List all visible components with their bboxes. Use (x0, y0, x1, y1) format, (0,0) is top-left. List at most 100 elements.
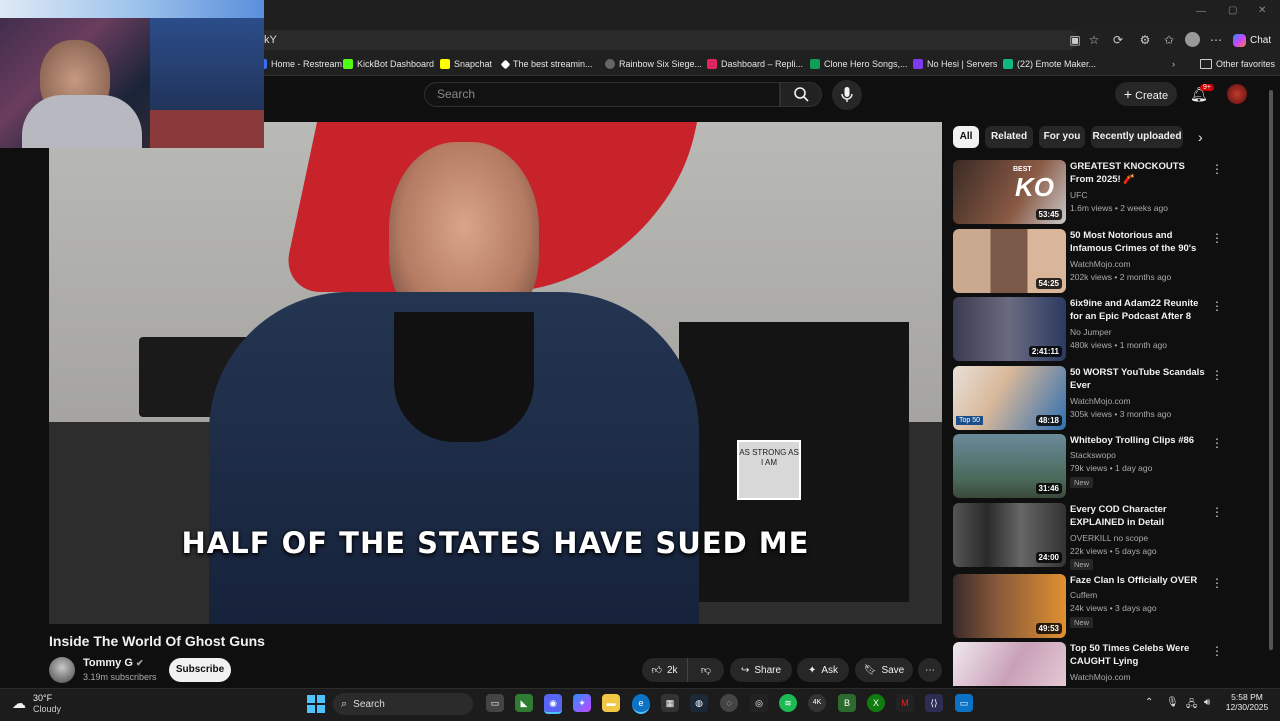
more-vertical-icon[interactable]: ⋮ (1211, 505, 1223, 519)
save-button[interactable]: 🔖︎ Save (855, 658, 913, 682)
taskbar-search[interactable]: ⌕ Search (333, 693, 473, 715)
visual-studio-icon[interactable]: ⟨⟩ (925, 694, 943, 712)
show-hidden-icons-chevron[interactable]: ⌃ (1145, 697, 1153, 708)
favorite-star-icon[interactable]: ☆ (1087, 33, 1101, 47)
app-b-icon[interactable]: B (838, 694, 856, 712)
more-vertical-icon[interactable]: ⋮ (1211, 644, 1223, 658)
file-explorer-icon[interactable]: ▬ (602, 694, 620, 712)
xbox-icon[interactable]: X (867, 694, 885, 712)
chip-recently-uploaded[interactable]: Recently uploaded (1091, 126, 1183, 148)
split-screen-icon[interactable]: ▣ (1068, 33, 1082, 47)
video-meta: 79k views • 1 day ago (1070, 463, 1153, 473)
more-menu-icon[interactable]: ⋯ (1209, 33, 1223, 47)
bookmark-icon (1003, 59, 1013, 69)
clock[interactable]: 5:58 PM 12/30/2025 (1224, 692, 1270, 712)
recommendation-item[interactable]: 54:25 50 Most Notorious and Infamous Cri… (953, 229, 1263, 293)
video-player[interactable]: AS STRONG AS I AM HALF OF THE STATES HAV… (49, 122, 942, 624)
ask-button[interactable]: ✦ Ask (797, 658, 849, 682)
more-vertical-icon[interactable]: ⋮ (1211, 162, 1223, 176)
video-thumbnail (953, 642, 1066, 686)
bookmark-item[interactable]: KickBot Dashboard (343, 56, 434, 72)
video-thumbnail: 31:46 (953, 434, 1066, 498)
recommendation-item[interactable]: 24:00 Every COD Character EXPLAINED in D… (953, 503, 1263, 570)
bookmark-item[interactable]: (22) Emote Maker... (1003, 56, 1096, 72)
url-bar[interactable]: kY (258, 30, 1078, 50)
volume-icon[interactable]: 🔊︎ (1204, 697, 1210, 708)
more-vertical-icon[interactable]: ⋮ (1211, 231, 1223, 245)
recommendation-item[interactable]: 31:46 Whiteboy Trolling Clips #86 Stacks… (953, 434, 1263, 498)
bookmark-item[interactable]: Dashboard – Repli... (707, 56, 803, 72)
app-window-icon[interactable]: ▭ (955, 694, 973, 712)
more-horizontal-icon: ⋯ (925, 664, 935, 676)
more-actions-button[interactable]: ⋯ (918, 658, 942, 682)
microphone-icon (841, 87, 853, 102)
bookmark-item[interactable]: Rainbow Six Siege... (605, 56, 702, 72)
chip-related[interactable]: Related (985, 126, 1033, 148)
nvidia-icon[interactable]: ◣ (515, 694, 533, 712)
bookmarks-overflow-chevron[interactable]: › (1172, 56, 1175, 72)
browser-essentials-icon[interactable]: ⚙ (1138, 33, 1152, 47)
app-icon[interactable]: ◌ (720, 694, 738, 712)
video-title: Whiteboy Trolling Clips #86 (1070, 435, 1195, 446)
new-badge: New (1070, 477, 1094, 488)
maximize-icon[interactable]: ▢ (1228, 5, 1237, 16)
network-icon[interactable]: 🖧︎ (1186, 697, 1197, 714)
channel-avatar[interactable] (49, 657, 75, 683)
favorites-icon[interactable]: ✩ (1162, 33, 1176, 47)
recommendation-item[interactable]: 49:53 Faze Clan Is Officially OVER Cuffe… (953, 574, 1263, 638)
account-avatar[interactable] (1227, 84, 1247, 104)
more-vertical-icon[interactable]: ⋮ (1211, 436, 1223, 450)
obs-icon[interactable]: ◎ (750, 694, 768, 712)
search-button[interactable] (780, 82, 822, 107)
microphone-tray-icon[interactable]: 🎙︎ (1166, 697, 1179, 708)
app-m-icon[interactable]: M (896, 694, 914, 712)
extension-icon[interactable]: ⟳ (1111, 33, 1125, 47)
copilot-chat-button[interactable]: Chat (1233, 32, 1275, 48)
recommendation-item[interactable]: 2:41:11 6ix9ine and Adam22 Reunite for a… (953, 297, 1263, 361)
more-vertical-icon[interactable]: ⋮ (1211, 299, 1223, 313)
bookmark-item[interactable]: Home - Restream (257, 56, 342, 72)
sparkle-icon: ✦ (807, 664, 817, 676)
edge-browser-icon[interactable]: e (632, 694, 650, 714)
minimize-icon[interactable]: — (1196, 6, 1206, 17)
profile-avatar[interactable] (1185, 32, 1200, 47)
like-button[interactable]: 👍︎ 2k (642, 658, 688, 682)
recommendation-item[interactable]: Top 50 48:18 50 WORST YouTube Scandals E… (953, 366, 1263, 430)
video-title: Inside The World Of Ghost Guns (49, 633, 265, 649)
bookmark-icon (500, 59, 511, 69)
video-thumbnail: 54:25 (953, 229, 1066, 293)
bookmark-item[interactable]: Snapchat (440, 56, 492, 72)
4k-downloader-icon[interactable]: 4K (808, 694, 826, 712)
steam-icon[interactable]: ◍ (690, 694, 708, 712)
copilot-app-icon[interactable]: ✦ (573, 694, 591, 712)
search-input[interactable]: Search (424, 82, 780, 107)
microsoft-store-icon[interactable]: ▦ (661, 694, 679, 712)
dislike-button[interactable]: 👎︎ (688, 658, 724, 682)
subscribe-button[interactable]: Subscribe (169, 658, 231, 682)
chip-for-you[interactable]: For you (1039, 126, 1085, 148)
video-meta: 22k views • 5 days ago (1070, 546, 1157, 556)
bookmark-item[interactable]: No Hesi | Servers (913, 56, 997, 72)
share-button[interactable]: ↪ Share (730, 658, 792, 682)
close-icon[interactable]: ✕ (1258, 5, 1266, 16)
chip-all[interactable]: All (953, 126, 979, 148)
bookmark-icon (440, 59, 450, 69)
recommendation-item[interactable]: BEST KO 53:45 GREATEST KNOCKOUTS From 20… (953, 160, 1263, 224)
channel-name[interactable]: Tommy G ✔ (83, 657, 144, 669)
other-favorites[interactable]: Other favorites (1200, 56, 1275, 72)
video-thumbnail: 49:53 (953, 574, 1066, 638)
spotify-icon[interactable]: ≋ (779, 694, 797, 712)
discord-icon[interactable]: ◉ (544, 694, 562, 714)
bookmark-item[interactable]: The best streamin... (500, 56, 593, 72)
create-button[interactable]: + Create (1115, 82, 1177, 106)
task-view-icon[interactable]: ▭ (486, 694, 504, 712)
bookmark-item[interactable]: Clone Hero Songs,... (810, 56, 908, 72)
streamer-shirt (22, 95, 142, 148)
recommendation-item[interactable]: Top 50 Times Celebs Were CAUGHT Lying Wa… (953, 642, 1263, 686)
scrollbar[interactable] (1268, 82, 1274, 682)
chips-next-chevron-icon[interactable]: › (1198, 129, 1203, 145)
voice-search-button[interactable] (832, 80, 862, 110)
windows-start-icon[interactable] (307, 695, 325, 713)
more-vertical-icon[interactable]: ⋮ (1211, 576, 1223, 590)
more-vertical-icon[interactable]: ⋮ (1211, 368, 1223, 382)
